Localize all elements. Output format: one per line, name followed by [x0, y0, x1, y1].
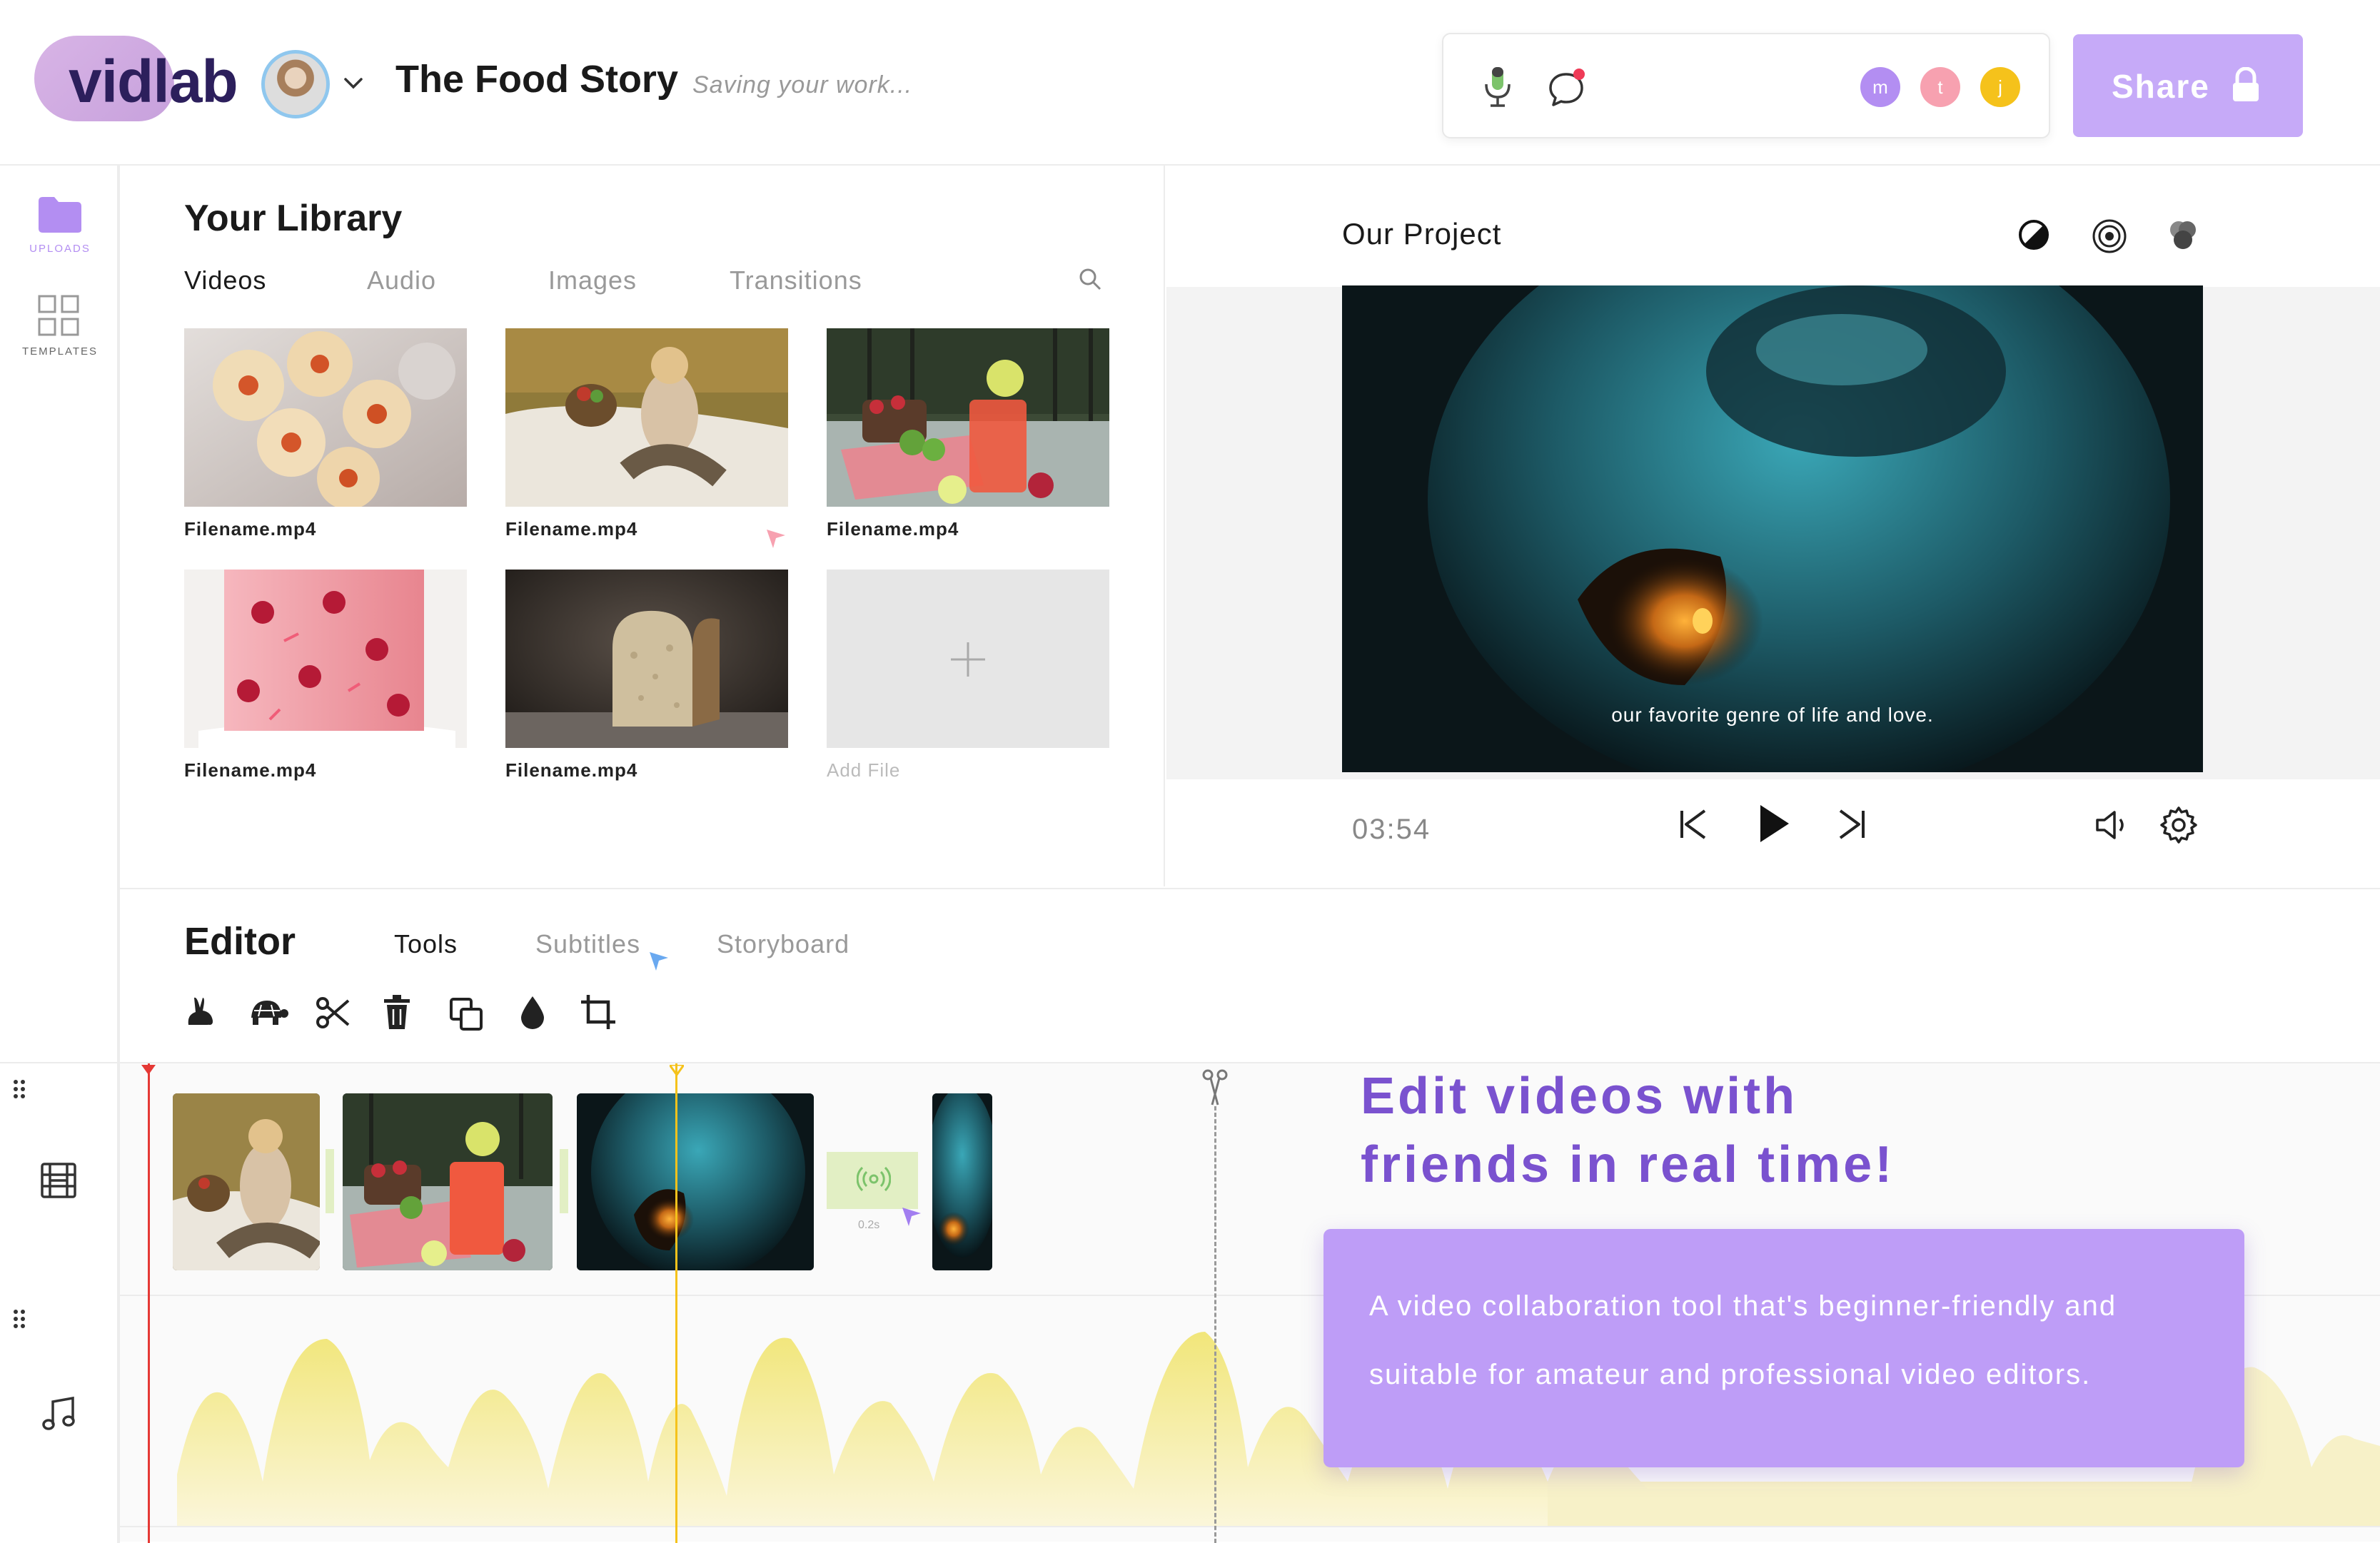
editor-title: Editor	[184, 920, 296, 963]
folder-icon[interactable]	[37, 196, 83, 234]
broadcast-icon	[857, 1166, 891, 1192]
playhead-red[interactable]	[148, 1063, 150, 1543]
speed-up-rabbit-icon[interactable]	[181, 993, 218, 1031]
target-icon[interactable]	[2092, 218, 2127, 254]
library-filename: Filename.mp4	[505, 518, 638, 540]
app-logo[interactable]: vidlab	[69, 47, 238, 116]
lock-icon	[2230, 67, 2261, 103]
collaborator-avatar-j[interactable]: j	[1980, 67, 2020, 107]
timeline-clip-lemonade[interactable]	[343, 1093, 553, 1270]
playhead-red-handle[interactable]	[141, 1065, 156, 1076]
play-icon[interactable]	[1758, 802, 1792, 845]
transition-clip[interactable]	[827, 1152, 918, 1209]
contrast-icon[interactable]	[2017, 218, 2050, 251]
timeline-clip-blueberry-short[interactable]	[932, 1093, 992, 1270]
app-header: vidlab The Food Story Saving your work..…	[0, 0, 2380, 166]
color-drop-icon[interactable]	[518, 993, 547, 1031]
share-button[interactable]: Share	[2073, 34, 2303, 137]
library-filename: Filename.mp4	[184, 518, 317, 540]
tab-subtitles[interactable]: Subtitles	[535, 929, 640, 959]
drag-handle-icon[interactable]	[13, 1079, 27, 1101]
video-subtitle: our favorite genre of life and love.	[1611, 704, 1934, 726]
transition-duration: 0.2s	[858, 1219, 880, 1231]
cut-line[interactable]	[1214, 1106, 1216, 1543]
promo-description-line: A video collaboration tool that's beginn…	[1369, 1290, 2117, 1322]
promo-tagline-line: friends in real time!	[1361, 1136, 1895, 1193]
scissors-icon[interactable]	[316, 995, 351, 1031]
collaborator-avatar-m[interactable]: m	[1860, 67, 1900, 107]
promo-tagline: Edit videos with friends in real time!	[1361, 1062, 1895, 1199]
library-filename: Filename.mp4	[505, 759, 638, 781]
video-player[interactable]: our favorite genre of life and love.	[1342, 285, 2203, 772]
color-channels-icon[interactable]	[2164, 217, 2202, 254]
library-thumb-lemonade[interactable]	[827, 328, 1109, 507]
timecode: 03:54	[1352, 814, 1431, 845]
collaborator-cursor-pink-icon	[765, 528, 787, 550]
library-filename: Filename.mp4	[827, 518, 959, 540]
tab-audio[interactable]: Audio	[367, 265, 436, 295]
cut-scissors-icon[interactable]	[1202, 1069, 1228, 1108]
promo-callout: A video collaboration tool that's beginn…	[1323, 1229, 2244, 1467]
promo-tagline-line: Edit videos with	[1361, 1068, 1798, 1125]
library-filename: Filename.mp4	[184, 759, 317, 781]
playhead-yellow[interactable]	[675, 1063, 677, 1543]
tab-tools[interactable]: Tools	[394, 929, 458, 959]
library-thumb-cake[interactable]	[184, 570, 467, 748]
search-icon[interactable]	[1078, 267, 1102, 291]
track-headers	[0, 1063, 120, 1543]
drag-handle-icon[interactable]	[13, 1309, 27, 1330]
transition-marker[interactable]	[326, 1149, 334, 1213]
tab-videos[interactable]: Videos	[184, 265, 266, 295]
tab-transitions[interactable]: Transitions	[730, 265, 862, 295]
project-title[interactable]: The Food Story	[395, 57, 678, 101]
tab-images[interactable]: Images	[548, 265, 637, 295]
volume-icon[interactable]	[2094, 809, 2129, 841]
transition-marker[interactable]	[560, 1149, 568, 1213]
playhead-yellow-handle[interactable]	[670, 1065, 684, 1076]
collaborator-cursor-blue-icon	[648, 951, 670, 972]
plus-icon	[951, 642, 985, 677]
track-divider	[120, 1526, 2380, 1527]
templates-grid-icon[interactable]	[37, 294, 80, 337]
editor-panel: Editor Tools Subtitles Storyboard	[120, 888, 2380, 1062]
duplicate-icon[interactable]	[448, 996, 484, 1032]
collaborator-cursor-purple-icon	[901, 1206, 922, 1228]
uploads-label[interactable]: UPLOADS	[0, 243, 120, 255]
library-thumb-picnic[interactable]	[505, 328, 788, 507]
collaborator-avatar-t[interactable]: t	[1920, 67, 1960, 107]
library-thumb-cookies[interactable]	[184, 328, 467, 507]
timeline-clip-blueberry[interactable]	[577, 1093, 814, 1270]
templates-label[interactable]: TEMPLATES	[0, 345, 120, 358]
skip-forward-icon[interactable]	[1836, 806, 1867, 842]
save-status: Saving your work...	[692, 71, 913, 98]
settings-gear-icon[interactable]	[2159, 805, 2199, 845]
add-file-label: Add File	[827, 759, 901, 781]
audio-track-music-icon	[41, 1396, 76, 1432]
crop-icon[interactable]	[580, 993, 617, 1031]
library-thumb-bread[interactable]	[505, 570, 788, 748]
tab-storyboard[interactable]: Storyboard	[717, 929, 849, 959]
promo-description-line: suitable for amateur and professional vi…	[1369, 1359, 2092, 1390]
library-title: Your Library	[184, 198, 403, 239]
microphone-icon[interactable]	[1482, 64, 1513, 110]
timeline-clip-picnic[interactable]	[173, 1093, 320, 1270]
skip-back-icon[interactable]	[1678, 806, 1709, 842]
share-button-label: Share	[2112, 68, 2210, 105]
chevron-down-icon[interactable]	[343, 74, 364, 91]
library-panel: Your Library Videos Audio Images Transit…	[120, 166, 1165, 886]
slow-down-turtle-icon[interactable]	[246, 996, 288, 1028]
chat-icon[interactable]	[1546, 67, 1589, 110]
delete-trash-icon[interactable]	[381, 993, 413, 1031]
collaboration-bar: m t j	[1442, 33, 2050, 138]
video-track-film-icon	[40, 1162, 77, 1199]
preview-panel: Our Project our favorite genre of life a…	[1166, 166, 2380, 886]
preview-title: Our Project	[1342, 217, 1502, 251]
user-avatar[interactable]	[261, 50, 330, 118]
add-file-button[interactable]	[827, 570, 1109, 748]
